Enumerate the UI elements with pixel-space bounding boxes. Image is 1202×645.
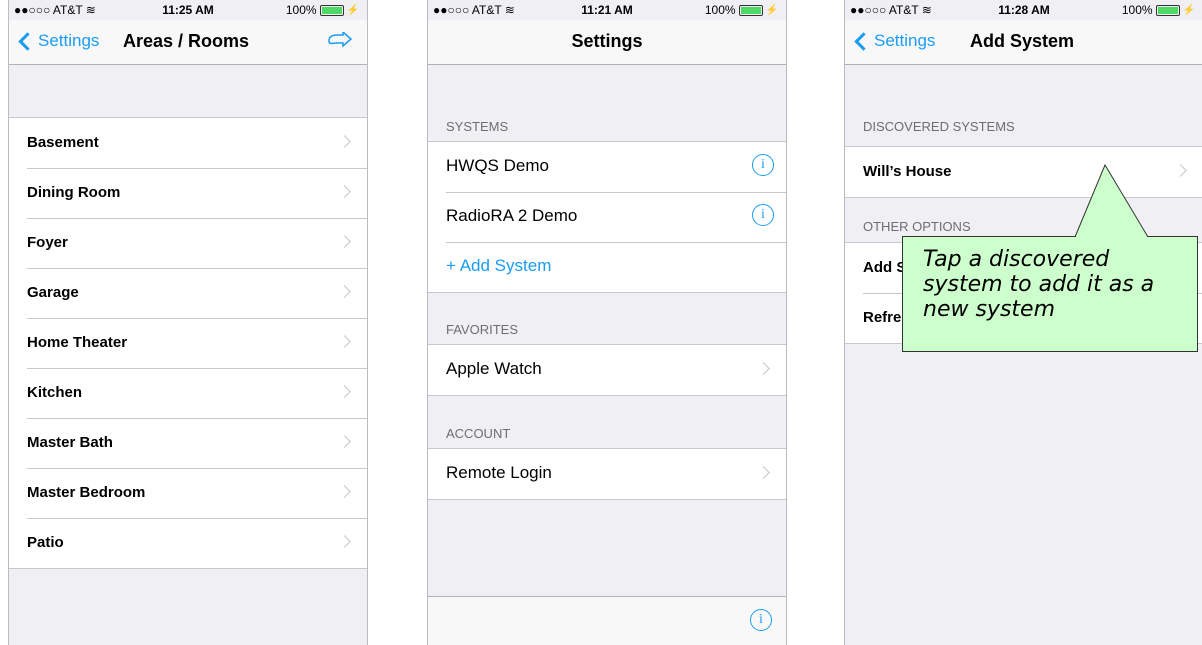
battery-icon [1155, 4, 1180, 16]
charging-icon: ⚡ [765, 4, 778, 16]
systems-list: HWQS Demo i RadioRA 2 Demo i + Add System [428, 141, 786, 293]
discovered-system-label: Will’s House [863, 163, 952, 180]
callout-note: Tap a discovered system to add it as a n… [902, 236, 1198, 352]
section-header-discovered: DISCOVERED SYSTEMS [863, 119, 1015, 134]
settings-screen: ●●○○○ AT&T ≋ 11:21 AM 100% ⚡ Settings SYS… [427, 0, 787, 645]
room-label: Basement [27, 134, 99, 151]
chevron-right-icon [757, 362, 770, 375]
bottom-toolbar: i [428, 596, 786, 645]
list-item[interactable]: Apple Watch [428, 345, 786, 395]
battery-indicator: 100% ⚡ [1122, 3, 1195, 17]
section-header-systems: SYSTEMS [446, 119, 509, 134]
charging-icon: ⚡ [1182, 4, 1195, 16]
navigation-bar: Settings [428, 20, 786, 65]
battery-indicator: 100% ⚡ [705, 3, 778, 17]
room-label: Master Bedroom [27, 484, 146, 501]
battery-icon [319, 4, 344, 16]
back-button[interactable]: Settings [853, 31, 935, 51]
list-item[interactable]: Will’s House [845, 147, 1202, 197]
account-label: Remote Login [446, 463, 552, 482]
info-icon[interactable]: i [752, 154, 774, 176]
list-item[interactable]: HWQS Demo i [428, 142, 786, 192]
chevron-right-icon [338, 485, 351, 498]
status-bar: ●●○○○ AT&T ≋ 11:25 AM 100% ⚡ [9, 0, 367, 20]
list-item[interactable]: Remote Login [428, 449, 786, 499]
chevron-right-icon [338, 385, 351, 398]
option-label: Add S [863, 259, 907, 276]
room-label: Dining Room [27, 184, 121, 201]
chevron-right-icon [338, 235, 351, 248]
battery-indicator: 100% ⚡ [286, 3, 359, 17]
section-header-account: ACCOUNT [446, 426, 511, 441]
page-title: Areas / Rooms [123, 31, 250, 51]
chevron-right-icon [338, 285, 351, 298]
list-item[interactable]: Patio [9, 518, 367, 568]
back-label: Settings [38, 31, 100, 50]
back-button[interactable]: Settings [17, 31, 99, 51]
room-label: Garage [27, 284, 79, 301]
status-bar: ●●○○○ AT&T ≋ 11:28 AM 100% ⚡ [845, 0, 1202, 20]
charging-icon: ⚡ [346, 4, 359, 16]
favorites-list: Apple Watch [428, 344, 786, 396]
chevron-right-icon [1174, 164, 1187, 177]
discovered-list: Will’s House [845, 146, 1202, 198]
chevron-right-icon [338, 185, 351, 198]
navigation-bar: Settings Add System [845, 20, 1202, 65]
list-item[interactable]: Basement [9, 118, 367, 168]
chevron-right-icon [338, 135, 351, 148]
room-label: Patio [27, 534, 64, 551]
list-item[interactable]: Kitchen [9, 368, 367, 418]
section-header-favorites: FAVORITES [446, 322, 518, 337]
add-system-button[interactable]: + Add System [428, 242, 786, 292]
status-bar: ●●○○○ AT&T ≋ 11:21 AM 100% ⚡ [428, 0, 786, 20]
room-label: Foyer [27, 234, 68, 251]
favorite-label: Apple Watch [446, 359, 542, 378]
chevron-right-icon [338, 335, 351, 348]
battery-percent: 100% [1121, 3, 1153, 17]
info-icon[interactable]: i [750, 609, 772, 631]
system-label: HWQS Demo [446, 156, 549, 175]
info-icon[interactable]: i [752, 204, 774, 226]
room-label: Home Theater [27, 334, 128, 351]
chevron-right-icon [757, 466, 770, 479]
share-icon[interactable] [327, 32, 353, 50]
account-list: Remote Login [428, 448, 786, 500]
back-label: Settings [874, 31, 936, 50]
chevron-left-icon [854, 31, 873, 51]
navigation-bar: Settings Areas / Rooms [9, 20, 367, 65]
list-item[interactable]: Master Bedroom [9, 468, 367, 518]
list-item[interactable]: RadioRA 2 Demo i [428, 192, 786, 242]
room-label: Kitchen [27, 384, 83, 401]
list-item[interactable]: Foyer [9, 218, 367, 268]
page-title: Settings [571, 31, 643, 51]
chevron-left-icon [18, 31, 37, 51]
room-label: Master Bath [27, 434, 113, 451]
list-item[interactable]: Dining Room [9, 168, 367, 218]
list-item[interactable]: Home Theater [9, 318, 367, 368]
add-system-label: + Add System [446, 256, 552, 275]
section-header-other: OTHER OPTIONS [863, 219, 971, 234]
chevron-right-icon [338, 435, 351, 448]
list-item[interactable]: Master Bath [9, 418, 367, 468]
battery-percent: 100% [704, 3, 736, 17]
system-label: RadioRA 2 Demo [446, 206, 578, 225]
rooms-list: Basement Dining Room Foyer Garage Home T… [9, 117, 367, 569]
page-title: Add System [970, 31, 1075, 51]
areas-rooms-screen: ●●○○○ AT&T ≋ 11:25 AM 100% ⚡ Settings Are… [8, 0, 368, 645]
battery-percent: 100% [285, 3, 317, 17]
list-item[interactable]: Garage [9, 268, 367, 318]
chevron-right-icon [338, 535, 351, 548]
battery-icon [738, 4, 763, 16]
